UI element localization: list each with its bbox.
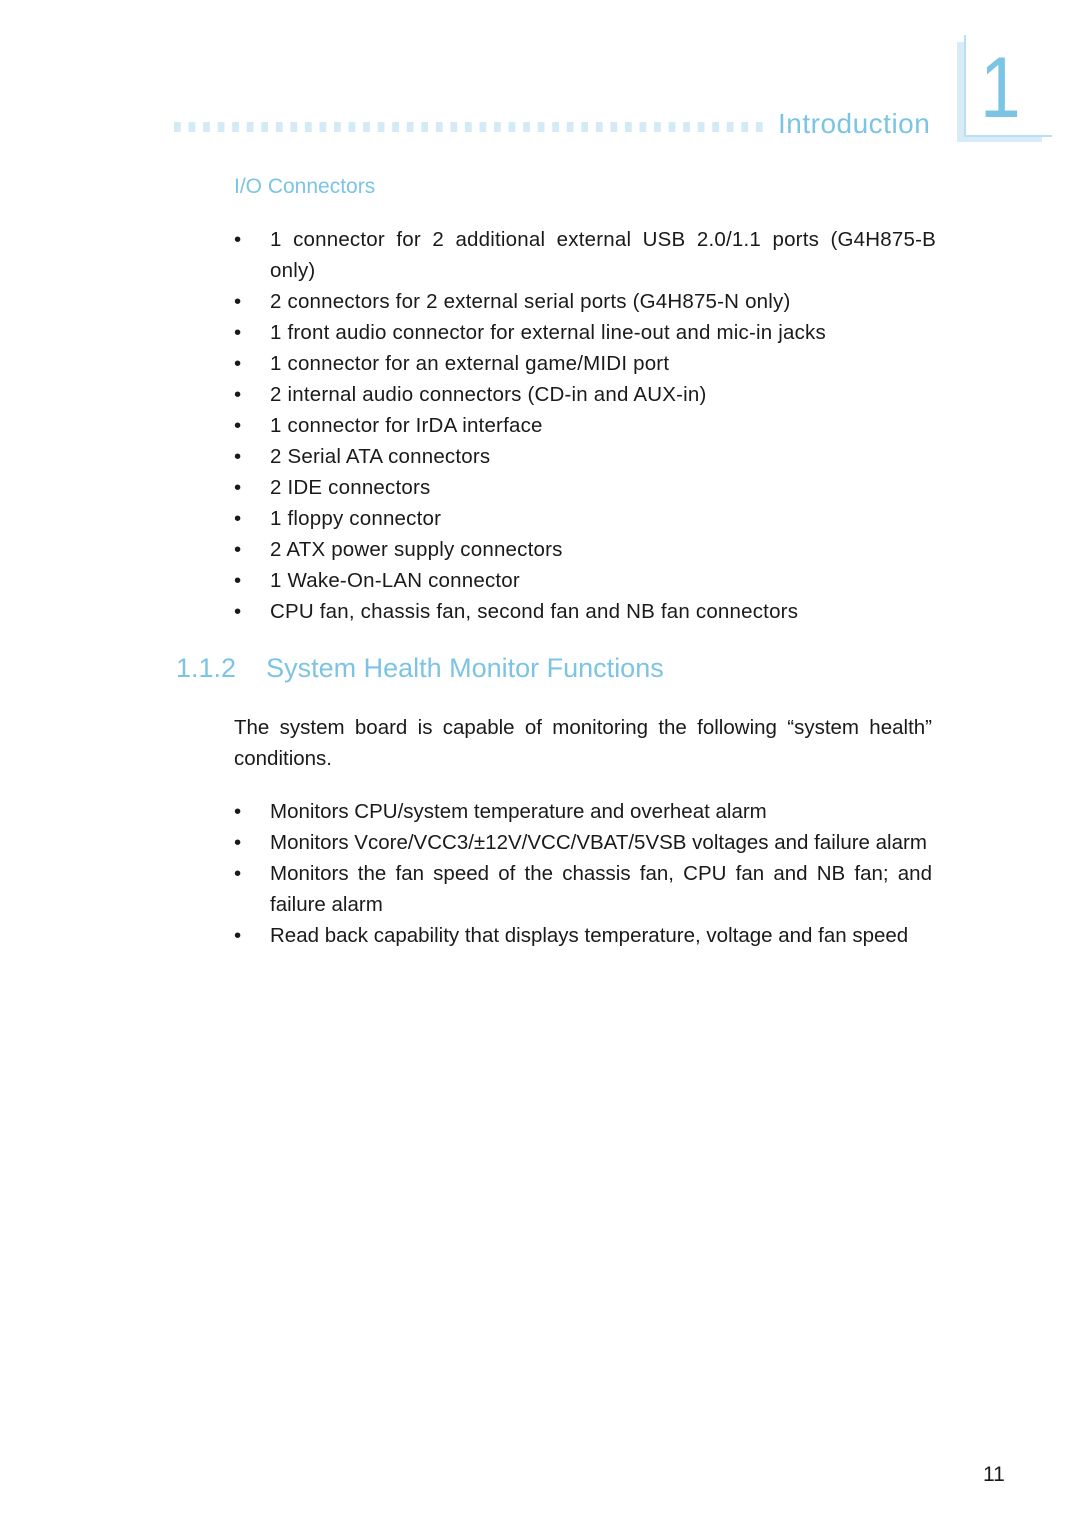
bullet-icon: • <box>234 476 242 499</box>
list-item-text: 2 internal audio connectors (CD-in and A… <box>270 383 707 406</box>
list-item-text: 2 connectors for 2 external serial ports… <box>270 290 791 313</box>
section-title: System Health Monitor Functions <box>266 653 664 683</box>
io-connectors-heading: I/O Connectors <box>234 175 376 198</box>
bullet-icon: • <box>234 924 242 947</box>
list-item: • Monitors CPU/system temperature and ove… <box>234 796 932 827</box>
bullet-icon: • <box>234 569 242 592</box>
chapter-number: 1 <box>980 40 1021 136</box>
list-item: • 1 connector for an external game/MIDI p… <box>234 348 936 379</box>
list-item: • Monitors Vcore/VCC3/±12V/VCC/VBAT/5VSB … <box>234 827 932 858</box>
list-item: • CPU fan, chassis fan, second fan and NB… <box>234 596 936 627</box>
list-item-text: 1 connector for IrDA interface <box>270 414 543 437</box>
section-heading: 1.1.2 System Health Monitor Functions <box>176 650 664 686</box>
bullet-icon: • <box>234 831 242 854</box>
list-item-text: 1 front audio connector for external lin… <box>270 321 826 344</box>
list-item-text: 1 connector for an external game/MIDI po… <box>270 352 670 375</box>
list-item: • 2 Serial ATA connectors <box>234 441 936 472</box>
page-number: 11 <box>983 1463 1005 1486</box>
list-item-text: 1 connector for 2 additional external US… <box>270 228 936 282</box>
bullet-icon: • <box>234 321 242 344</box>
header-dotted-rule <box>174 122 764 132</box>
bullet-icon: • <box>234 862 242 885</box>
list-item: • 2 connectors for 2 external serial port… <box>234 286 936 317</box>
list-item: • 1 front audio connector for external li… <box>234 317 936 348</box>
bullet-icon: • <box>234 228 242 251</box>
bullet-icon: • <box>234 414 242 437</box>
bullet-icon: • <box>234 445 242 468</box>
list-item-text: Read back capability that displays tempe… <box>270 924 909 947</box>
list-item: • 1 Wake-On-LAN connector <box>234 565 936 596</box>
bullet-icon: • <box>234 383 242 406</box>
section-intro-paragraph: The system board is capable of monitorin… <box>234 716 932 770</box>
bullet-icon: • <box>234 800 242 823</box>
list-item: • 2 ATX power supply connectors <box>234 534 936 565</box>
list-item: • 1 connector for IrDA interface <box>234 410 936 441</box>
list-item-text: Monitors CPU/system temperature and over… <box>270 800 767 823</box>
bullet-icon: • <box>234 352 242 375</box>
list-item: • 2 IDE connectors <box>234 472 936 503</box>
list-item-text: 2 IDE connectors <box>270 476 431 499</box>
list-item-text: 1 floppy connector <box>270 507 442 530</box>
list-item: • 1 floppy connector <box>234 503 936 534</box>
section-number: 1.1.2 <box>176 653 237 683</box>
list-item-text: Monitors Vcore/VCC3/±12V/VCC/VBAT/5VSB v… <box>270 831 927 854</box>
list-item: • 1 connector for 2 additional external U… <box>234 224 936 286</box>
bullet-icon: • <box>234 538 242 561</box>
bullet-icon: • <box>234 600 242 623</box>
list-item-text: 1 Wake-On-LAN connector <box>270 569 520 592</box>
list-item-text: Monitors the fan speed of the chassis fa… <box>270 862 932 916</box>
list-item: • Read back capability that displays temp… <box>234 920 932 951</box>
bullet-icon: • <box>234 507 242 530</box>
bullet-icon: • <box>234 290 242 313</box>
io-connectors-list: • 1 connector for 2 additional external U… <box>234 224 936 627</box>
list-item-text: CPU fan, chassis fan, second fan and NB … <box>270 600 799 623</box>
list-item-text: 2 Serial ATA connectors <box>270 445 491 468</box>
list-item: • 2 internal audio connectors (CD-in and … <box>234 379 936 410</box>
chapter-title: Introduction <box>778 108 931 139</box>
list-item-text: 2 ATX power supply connectors <box>270 538 563 561</box>
health-monitor-list: • Monitors CPU/system temperature and ove… <box>234 796 932 951</box>
list-item: • Monitors the fan speed of the chassis f… <box>234 858 932 920</box>
